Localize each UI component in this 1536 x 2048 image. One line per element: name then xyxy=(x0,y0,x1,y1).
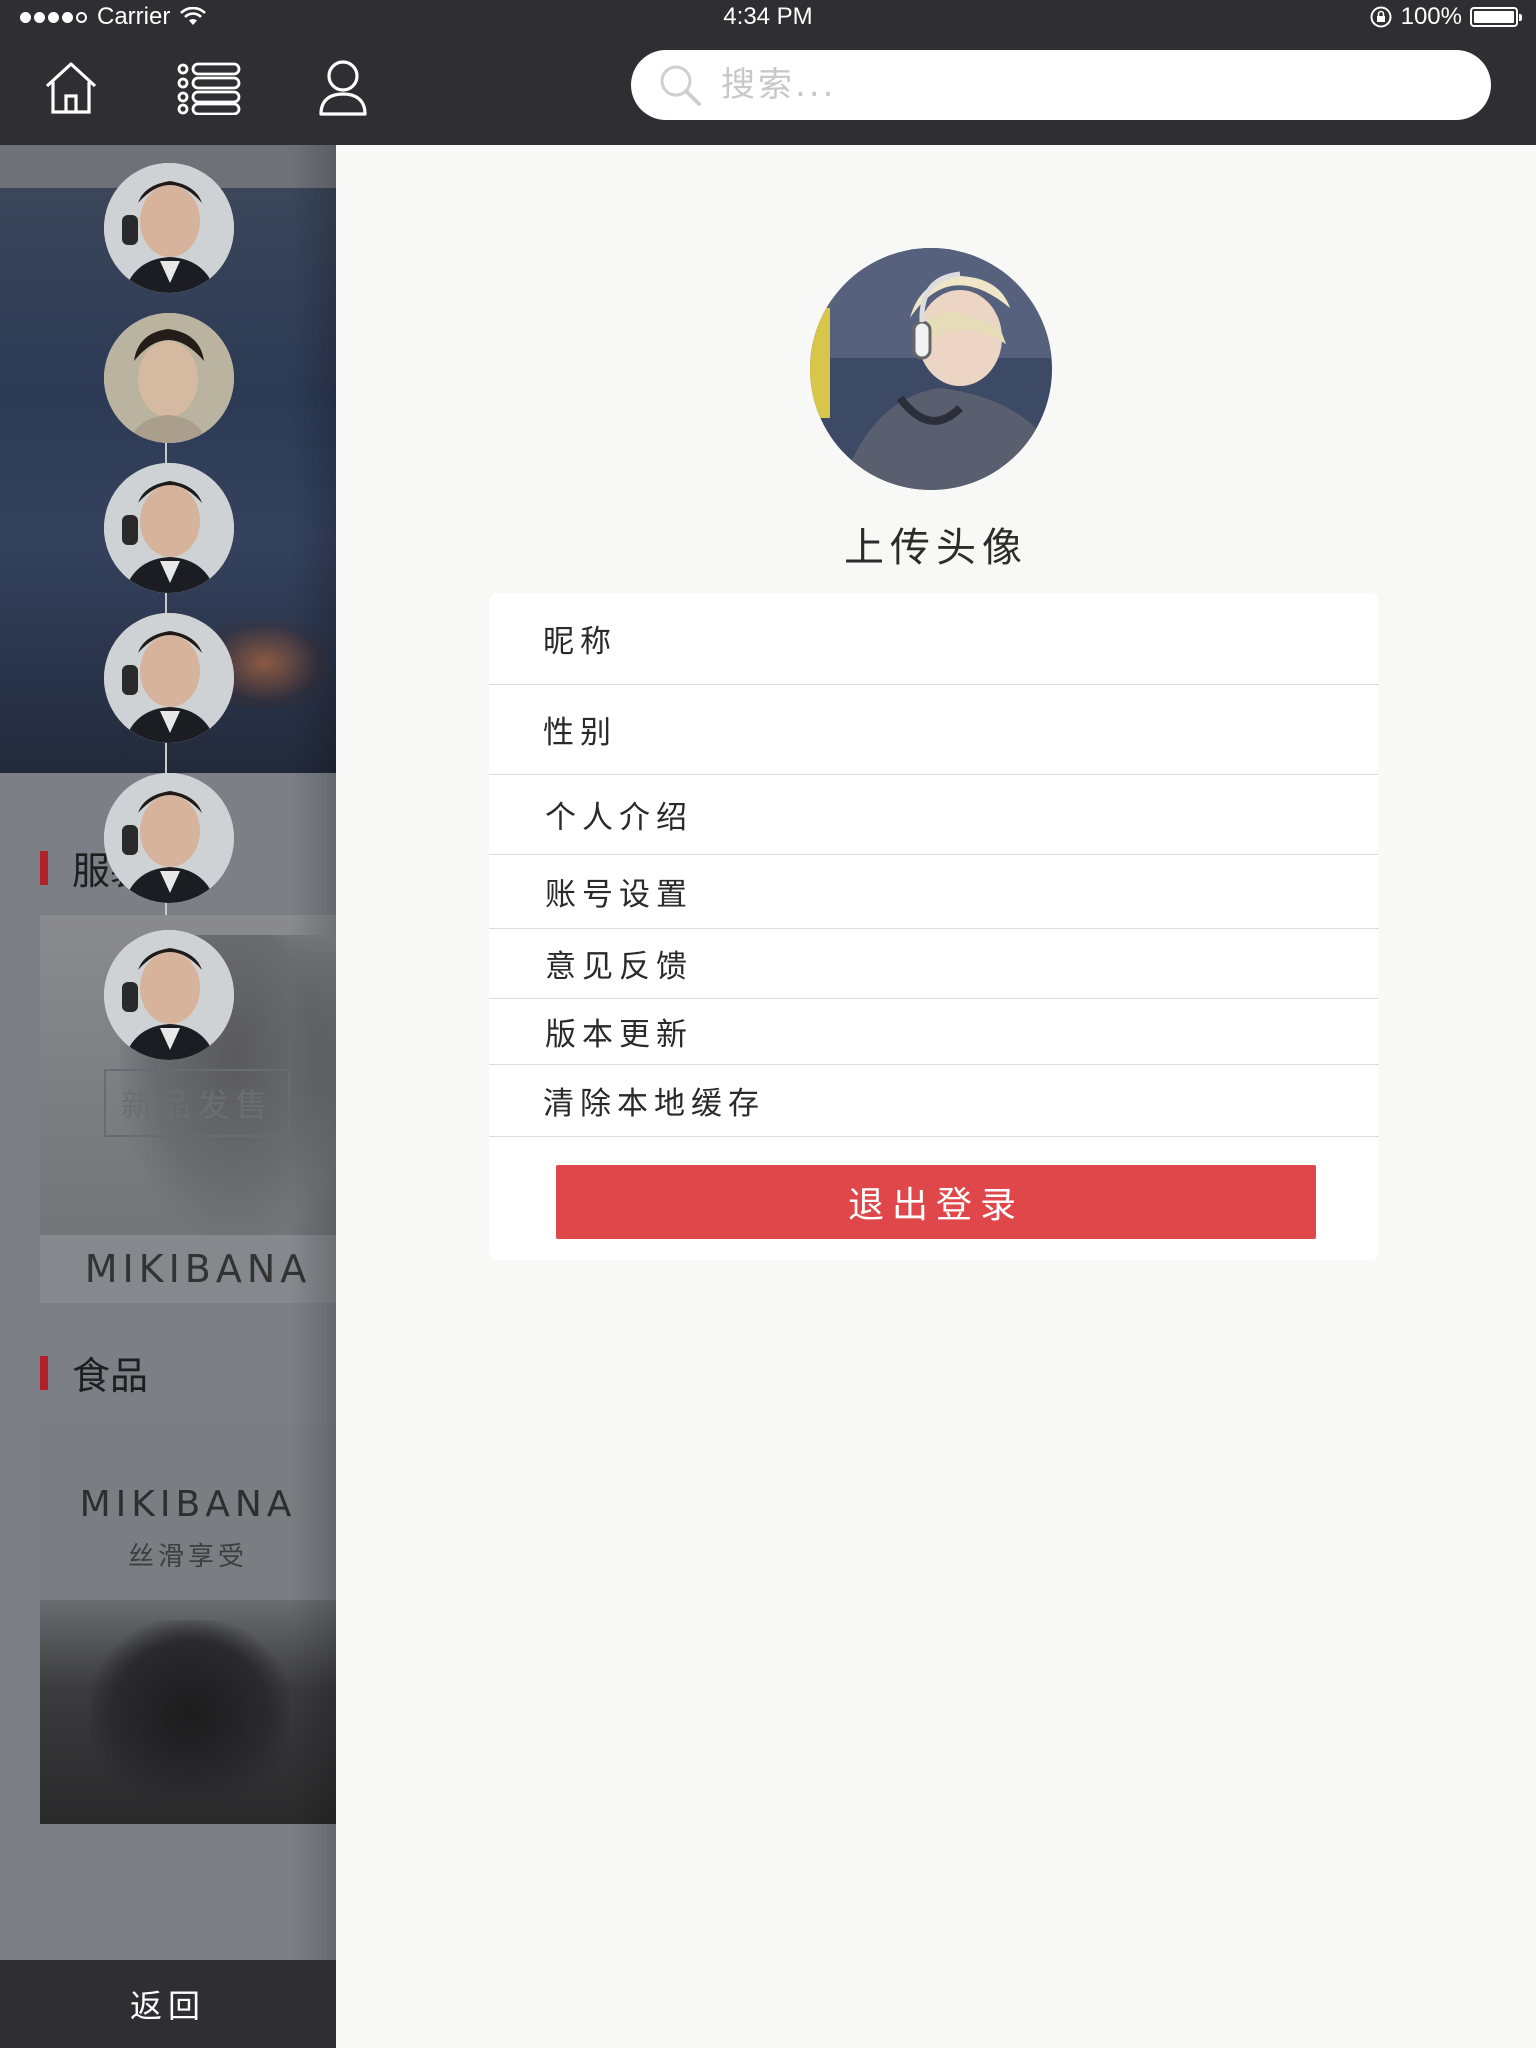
top-nav-bar xyxy=(0,34,1536,145)
section-marker xyxy=(40,850,48,885)
status-right: 100% xyxy=(1369,3,1522,31)
user-icon xyxy=(319,60,367,116)
person-photo xyxy=(104,463,234,593)
avatar[interactable] xyxy=(104,930,234,1060)
person-photo xyxy=(104,163,234,293)
person-photo xyxy=(104,930,234,1060)
menu-item-bio[interactable]: 个人介绍 xyxy=(489,775,1379,855)
list-button[interactable] xyxy=(165,48,255,128)
profile-avatar[interactable] xyxy=(810,248,1052,490)
battery-icon xyxy=(1470,7,1522,27)
avatar[interactable] xyxy=(104,773,234,903)
avatar[interactable] xyxy=(104,613,234,743)
menu-item-label: 账号设置 xyxy=(545,877,693,913)
home-icon xyxy=(45,62,97,114)
menu-item-version-update[interactable]: 版本更新 xyxy=(489,999,1379,1065)
menu-item-label: 版本更新 xyxy=(545,1017,693,1053)
avatar[interactable] xyxy=(104,463,234,593)
person-photo xyxy=(104,313,234,443)
drawer-edge-shadow xyxy=(290,145,336,2048)
user-button[interactable] xyxy=(298,48,388,128)
profile-panel: 上传头像 昵称 性别 个人介绍 账号设置 意见反馈 版本更新 清除本地缓存 退出… xyxy=(336,145,1536,2048)
search-icon xyxy=(660,65,701,106)
section-marker xyxy=(40,1355,48,1390)
menu-item-clear-cache[interactable]: 清除本地缓存 xyxy=(489,1065,1379,1137)
menu-item-label: 昵称 xyxy=(543,624,617,660)
section-title-text: 食品 xyxy=(72,1354,149,1398)
menu-item-feedback[interactable]: 意见反馈 xyxy=(489,929,1379,999)
menu-item-account-settings[interactable]: 账号设置 xyxy=(489,855,1379,929)
menu-item-label: 清除本地缓存 xyxy=(543,1086,765,1122)
person-photo xyxy=(104,773,234,903)
menu-item-label: 性别 xyxy=(543,715,617,751)
side-drawer: 服装 新品发售 MIKIBANA 食品 MIKIBANA 丝滑享受 xyxy=(0,145,336,2048)
orientation-lock-icon xyxy=(1370,6,1392,28)
new-release-tag[interactable]: 新品发售 xyxy=(104,1069,290,1137)
person-photo xyxy=(104,613,234,743)
menu-item-gender[interactable]: 性别 xyxy=(489,685,1379,775)
profile-photo xyxy=(810,248,1052,490)
avatar[interactable] xyxy=(104,163,234,293)
search-bar[interactable] xyxy=(631,50,1491,120)
menu-item-nickname[interactable]: 昵称 xyxy=(489,593,1379,685)
status-bar: Carrier 4:34 PM 100% xyxy=(0,0,1536,34)
menu-item-label: 意见反馈 xyxy=(545,949,693,985)
search-input[interactable] xyxy=(721,65,1421,105)
logout-button[interactable]: 退出登录 xyxy=(556,1165,1316,1239)
upload-avatar-label[interactable]: 上传头像 xyxy=(336,515,1536,573)
menu-item-label: 个人介绍 xyxy=(545,800,693,836)
section-title-food: 食品 xyxy=(40,1345,148,1400)
avatar[interactable] xyxy=(104,313,234,443)
back-button[interactable]: 返回 xyxy=(0,1960,336,2048)
home-button[interactable] xyxy=(26,48,116,128)
profile-settings-card: 昵称 性别 个人介绍 账号设置 意见反馈 版本更新 清除本地缓存 退出登录 xyxy=(489,593,1379,1260)
status-time: 4:34 PM xyxy=(723,3,813,30)
battery-percent: 100% xyxy=(1400,3,1462,30)
list-icon xyxy=(177,62,241,115)
